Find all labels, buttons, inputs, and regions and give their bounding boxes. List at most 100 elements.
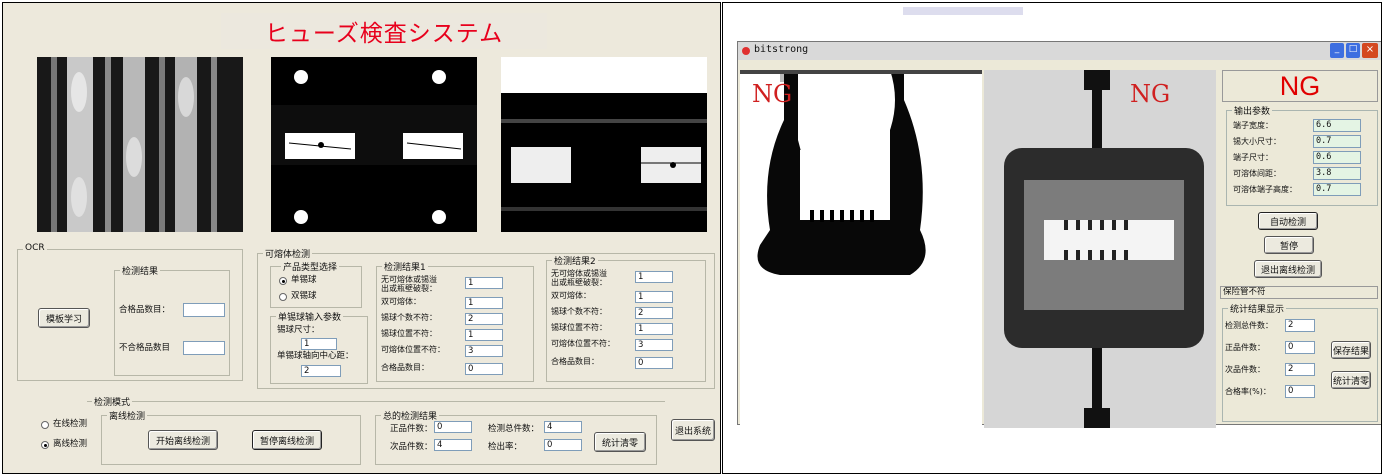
close-button[interactable]: ×	[1362, 43, 1378, 58]
app-title: ヒューズ検査システム	[264, 21, 504, 47]
param-label: 锡大小尺寸：	[1233, 137, 1281, 146]
result2-row-label: 锡球个数不符：	[551, 307, 607, 316]
stats-clear-button[interactable]: 统计清零	[594, 432, 646, 452]
result1-row-label: 无可熔体或锡溢 出或瓶壁破裂：	[381, 275, 437, 293]
single-ball-label: 单锡球	[291, 275, 317, 285]
total-result-title: 总的检测结果	[381, 409, 440, 422]
fusible-group: 可熔体检测 产品类型选择 单锡球 双锡球 单锡球输入参数 锡球尺寸： 1 单锡球…	[257, 247, 715, 389]
stats-field: 0	[1285, 341, 1315, 354]
double-ball-radio[interactable]	[279, 293, 287, 301]
window-title: bitstrong	[754, 44, 809, 55]
stats-label: 正品件数：	[1225, 343, 1265, 352]
ocr-fail-label: 不合格品数目	[119, 343, 171, 353]
result1-row-field[interactable]: 2	[465, 313, 503, 325]
result2-row-label: 无可熔体或锡溢 出或瓶壁破裂：	[551, 269, 607, 287]
stats-clear-right-button[interactable]: 统计清零	[1331, 371, 1371, 389]
detect-rate-field[interactable]: 0	[544, 439, 582, 451]
result2-row-field[interactable]: 3	[635, 339, 673, 351]
result2-row-field[interactable]: 1	[635, 323, 673, 335]
ball-center-field[interactable]: 2	[301, 365, 341, 377]
single-ball-radio[interactable]	[279, 277, 287, 285]
stats-label: 合格率(%)：	[1225, 387, 1271, 396]
stats-label: 次品件数：	[1225, 365, 1265, 374]
result2-row-label: 双可熔体：	[551, 291, 591, 300]
single-ball-params-title: 单锡球输入参数	[276, 310, 344, 323]
param-label: 可溶体间距：	[1233, 169, 1281, 178]
online-mode-label: 在线检测	[53, 419, 88, 429]
window-titlebar: bitstrong _ □ ×	[738, 42, 1381, 60]
save-result-button[interactable]: 保存结果	[1331, 341, 1371, 359]
result2-row-label: 可熔体位置不符：	[551, 339, 615, 348]
result2-row-field[interactable]: 1	[635, 271, 673, 283]
fuse-side-image	[501, 57, 707, 232]
stats-field: 2	[1285, 363, 1315, 376]
result2-row-field[interactable]: 0	[635, 357, 673, 369]
result1-row-field[interactable]: 3	[465, 345, 503, 357]
result2-group: 检测结果2 无可熔体或锡溢 出或瓶壁破裂： 1 双可熔体： 1 锡球个数不符： 2 锡球位置…	[546, 254, 706, 382]
stats-title: 统计结果显示	[1228, 302, 1287, 315]
total-count-field[interactable]: 4	[544, 421, 582, 433]
result1-group: 检测结果1 无可熔体或锡溢 出或瓶壁破裂： 1 双可熔体： 1 锡球个数不符： 2 锡球位置…	[376, 260, 534, 382]
result1-row-field[interactable]: 0	[465, 363, 503, 375]
online-mode-radio[interactable]	[41, 421, 49, 429]
result-display: NG	[1222, 70, 1378, 102]
result1-row-label: 锡球位置不符：	[381, 329, 437, 338]
result1-row-field[interactable]: 1	[465, 277, 503, 289]
exit-system-button[interactable]: 退出系统	[671, 419, 715, 441]
result1-title: 检测结果1	[382, 260, 428, 273]
stats-field: 0	[1285, 385, 1315, 398]
offline-mode-label: 离线检测	[53, 439, 88, 449]
auto-detect-button[interactable]: 自动检测	[1258, 212, 1318, 230]
result2-row-label: 锡球位置不符：	[551, 323, 607, 332]
camera-image-fusible-2	[501, 57, 707, 232]
stats-label: 检测总件数：	[1225, 321, 1273, 330]
result1-row-field[interactable]: 1	[465, 297, 503, 309]
ocr-group: OCR 模板学习 检测结果 合格品数目： 不合格品数目	[17, 243, 243, 381]
single-ball-params-group: 单锡球输入参数 锡球尺寸： 1 单锡球轴向中心距： 2	[270, 310, 368, 384]
right-panel: bitstrong _ □ × NG NG NG 输出参数 端子宽度： 6.6 …	[722, 2, 1382, 474]
fuse-terminal-image	[740, 70, 982, 275]
result2-row-field[interactable]: 1	[635, 291, 673, 303]
start-offline-button[interactable]: 开始离线检测	[148, 430, 218, 450]
exit-offline-button[interactable]: 退出离线检测	[1254, 260, 1322, 278]
param-field: 0.6	[1313, 151, 1361, 164]
bad-count-field[interactable]: 4	[434, 439, 472, 451]
ocr-fail-field[interactable]	[183, 341, 225, 355]
minimize-button[interactable]: _	[1330, 43, 1344, 58]
stats-field: 2	[1285, 319, 1315, 332]
fuse-body-closeup-image	[984, 70, 1216, 428]
camera-image-ocr	[37, 57, 243, 232]
param-field: 0.7	[1313, 135, 1361, 148]
app-window: bitstrong _ □ × NG NG NG 输出参数 端子宽度： 6.6 …	[737, 41, 1381, 428]
result2-row-field[interactable]: 2	[635, 307, 673, 319]
total-result-group: 总的检测结果 正品件数： 0 次品件数： 4 检测总件数： 4 检出率： 0 统…	[375, 409, 657, 465]
offline-mode-radio[interactable]	[41, 441, 49, 449]
offline-group: 离线检测 开始离线检测 暂停离线检测	[101, 409, 361, 465]
good-count-field[interactable]: 0	[434, 421, 472, 433]
template-learn-button[interactable]: 模板学习	[38, 308, 90, 328]
fuse-label-image	[37, 57, 243, 232]
ball-size-field[interactable]: 1	[301, 338, 337, 350]
ocr-pass-field[interactable]	[183, 303, 225, 317]
result2-row-label: 合格品数目：	[551, 357, 599, 366]
result1-row-label: 可熔体位置不符：	[381, 345, 445, 354]
pause-offline-button[interactable]: 暂停离线检测	[252, 430, 322, 450]
offline-group-title: 离线检测	[107, 409, 148, 422]
title-banner: ヒューズ検査システム	[221, 13, 547, 49]
pause-button[interactable]: 暂停	[1264, 236, 1314, 254]
result1-row-field[interactable]: 1	[465, 329, 503, 341]
maximize-button[interactable]: □	[1346, 43, 1360, 58]
param-label: 端子宽度：	[1233, 121, 1273, 130]
result1-row-label: 锡球个数不符：	[381, 313, 437, 322]
ng-label-1: NG	[752, 80, 793, 108]
result1-row-label: 双可熔体：	[381, 297, 421, 306]
result2-title: 检测结果2	[552, 254, 598, 267]
fuse-body-image	[271, 57, 477, 232]
app-icon	[742, 47, 750, 55]
param-field: 6.6	[1313, 119, 1361, 132]
inspection-image-1: NG	[740, 70, 982, 428]
output-params-title: 输出参数	[1232, 104, 1273, 117]
stats-group: 统计结果显示 检测总件数： 2 正品件数： 0 次品件数： 2 合格率(%)： 0 保存结果 …	[1222, 302, 1378, 422]
taskbar-strip	[723, 3, 1381, 33]
output-params-group: 输出参数 端子宽度： 6.6 锡大小尺寸： 0.7 端子尺寸： 0.6 可溶体间距： 3.8 可…	[1226, 104, 1378, 206]
